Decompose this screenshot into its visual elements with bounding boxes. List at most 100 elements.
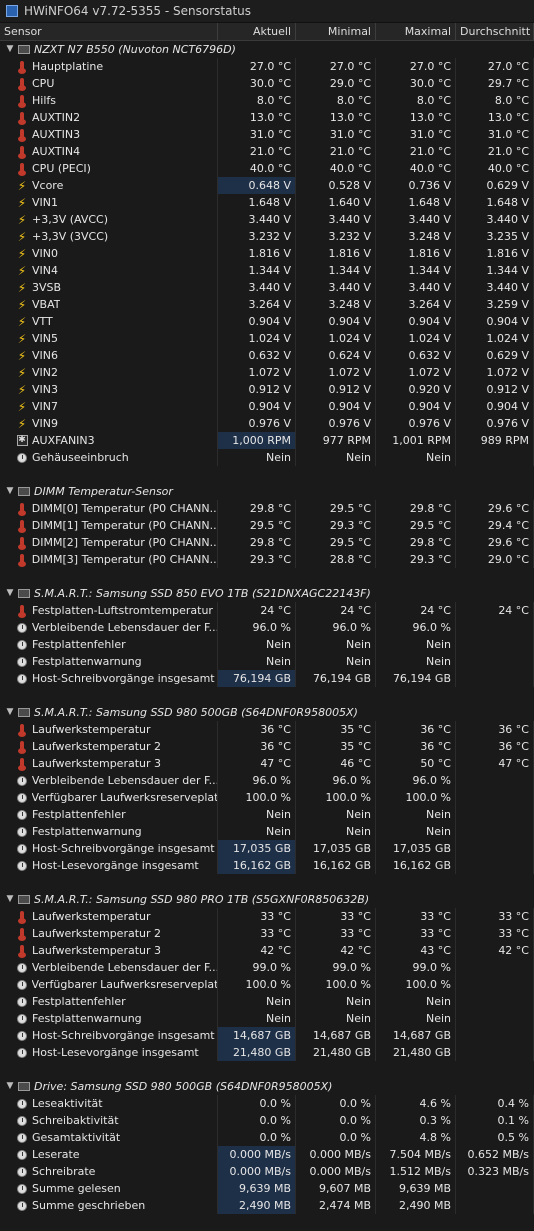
- sensor-group-header[interactable]: ▼ DIMM Temperatur-Sensor: [0, 483, 534, 500]
- sensor-row[interactable]: Verbleibende Lebensdauer der F... 96.0 % 9…: [0, 619, 534, 636]
- sensor-row[interactable]: ⚡ VIN1 1.648 V 1.640 V 1.648 V 1.648 V: [0, 194, 534, 211]
- clock-icon: [16, 622, 28, 634]
- sensor-row[interactable]: Festplattenwarnung Nein Nein Nein: [0, 653, 534, 670]
- value-average: 0.912 V: [456, 381, 534, 398]
- sensor-row[interactable]: Gesamtaktivität 0.0 % 0.0 % 4.8 % 0.5 %: [0, 1129, 534, 1146]
- sensor-name-cell: ⚡ VIN3: [0, 381, 218, 398]
- column-average[interactable]: Durchschnitt: [456, 23, 534, 40]
- value-min: 0.912 V: [296, 381, 376, 398]
- sensor-group-header[interactable]: ▼ S.M.A.R.T.: Samsung SSD 980 500GB (S64D…: [0, 704, 534, 721]
- sensor-row[interactable]: ✱ AUXFANIN3 1,000 RPM 977 RPM 1,001 RPM 989 R…: [0, 432, 534, 449]
- sensor-row[interactable]: AUXTIN2 13.0 °C 13.0 °C 13.0 °C 13.0 °C: [0, 109, 534, 126]
- sensor-row[interactable]: Festplatten-Luftstromtemperatur 24 °C 24 °…: [0, 602, 534, 619]
- sensor-name-cell: ⚡ VIN2: [0, 364, 218, 381]
- collapse-chevron-icon[interactable]: ▼: [4, 1078, 16, 1095]
- sensor-row[interactable]: ⚡ +3,3V (3VCC) 3.232 V 3.232 V 3.248 V 3.235 …: [0, 228, 534, 245]
- sensor-row[interactable]: Schreibrate 0.000 MB/s 0.000 MB/s 1.512 MB/…: [0, 1163, 534, 1180]
- sensor-row[interactable]: CPU (PECI) 40.0 °C 40.0 °C 40.0 °C 40.0 °C: [0, 160, 534, 177]
- sensor-row[interactable]: ⚡ VIN7 0.904 V 0.904 V 0.904 V 0.904 V: [0, 398, 534, 415]
- value-max: 1.816 V: [376, 245, 456, 262]
- sensor-label: Hilfs: [32, 94, 56, 107]
- sensor-row[interactable]: Gehäuseeinbruch Nein Nein Nein: [0, 449, 534, 466]
- column-sensor[interactable]: Sensor: [0, 23, 218, 40]
- collapse-chevron-icon[interactable]: ▼: [4, 585, 16, 602]
- sensor-row[interactable]: Verbleibende Lebensdauer der F... 99.0 % 9…: [0, 959, 534, 976]
- sensor-group-header[interactable]: ▼ S.M.A.R.T.: Samsung SSD 980 PRO 1TB (S5…: [0, 891, 534, 908]
- sensor-row[interactable]: ⚡ VIN5 1.024 V 1.024 V 1.024 V 1.024 V: [0, 330, 534, 347]
- sensor-row[interactable]: DIMM[2] Temperatur (P0 CHANN... 29.8 °C 29…: [0, 534, 534, 551]
- sensor-row[interactable]: CPU 30.0 °C 29.0 °C 30.0 °C 29.7 °C: [0, 75, 534, 92]
- sensor-group-header[interactable]: ▼ NZXT N7 B550 (Nuvoton NCT6796D): [0, 41, 534, 58]
- sensor-row[interactable]: Festplattenwarnung Nein Nein Nein: [0, 1010, 534, 1027]
- sensor-row[interactable]: Host-Lesevorgänge insgesamt 21,480 GB 21,4…: [0, 1044, 534, 1061]
- window-titlebar[interactable]: HWiNFO64 v7.72-5355 - Sensorstatus: [0, 0, 534, 23]
- value-average: 0.904 V: [456, 398, 534, 415]
- sensor-row[interactable]: AUXTIN3 31.0 °C 31.0 °C 31.0 °C 31.0 °C: [0, 126, 534, 143]
- sensor-row[interactable]: ⚡ VIN4 1.344 V 1.344 V 1.344 V 1.344 V: [0, 262, 534, 279]
- sensor-name-cell: Hilfs: [0, 92, 218, 109]
- sensor-row[interactable]: Hauptplatine 27.0 °C 27.0 °C 27.0 °C 27.0 °C: [0, 58, 534, 75]
- sensor-row[interactable]: ⚡ VIN2 1.072 V 1.072 V 1.072 V 1.072 V: [0, 364, 534, 381]
- sensor-row[interactable]: ⚡ VIN9 0.976 V 0.976 V 0.976 V 0.976 V: [0, 415, 534, 432]
- sensor-row[interactable]: Host-Schreibvorgänge insgesamt 14,687 GB 1…: [0, 1027, 534, 1044]
- sensor-row[interactable]: ⚡ 3VSB 3.440 V 3.440 V 3.440 V 3.440 V: [0, 279, 534, 296]
- clock-glyph: [16, 775, 27, 786]
- sensor-row[interactable]: ⚡ VIN3 0.912 V 0.912 V 0.920 V 0.912 V: [0, 381, 534, 398]
- sensor-row[interactable]: Laufwerkstemperatur 36 °C 35 °C 36 °C 36 °C: [0, 721, 534, 738]
- value-max: 33 °C: [376, 908, 456, 925]
- sensor-row[interactable]: Leseaktivität 0.0 % 0.0 % 4.6 % 0.4 %: [0, 1095, 534, 1112]
- column-current[interactable]: Aktuell: [218, 23, 296, 40]
- sensor-row[interactable]: Hilfs 8.0 °C 8.0 °C 8.0 °C 8.0 °C: [0, 92, 534, 109]
- sensor-row[interactable]: Host-Schreibvorgänge insgesamt 76,194 GB 7…: [0, 670, 534, 687]
- sensor-row[interactable]: Festplattenfehler Nein Nein Nein: [0, 806, 534, 823]
- sensor-row[interactable]: Laufwerkstemperatur 3 47 °C 46 °C 50 °C 47 °…: [0, 755, 534, 772]
- sensor-row[interactable]: AUXTIN4 21.0 °C 21.0 °C 21.0 °C 21.0 °C: [0, 143, 534, 160]
- collapse-chevron-icon[interactable]: ▼: [4, 891, 16, 908]
- sensor-label: Summe gelesen: [32, 1182, 121, 1195]
- sensor-row[interactable]: ⚡ VIN0 1.816 V 1.816 V 1.816 V 1.816 V: [0, 245, 534, 262]
- sensor-row[interactable]: Laufwerkstemperatur 2 33 °C 33 °C 33 °C 33 °…: [0, 925, 534, 942]
- column-header: Sensor Aktuell Minimal Maximal Durchschn…: [0, 23, 534, 41]
- sensor-row[interactable]: ⚡ VIN6 0.632 V 0.624 V 0.632 V 0.629 V: [0, 347, 534, 364]
- collapse-chevron-icon[interactable]: ▼: [4, 41, 16, 58]
- value-current: 0.000 MB/s: [218, 1146, 296, 1163]
- sensor-row[interactable]: Summe geschrieben 2,490 MB 2,474 MB 2,490 M…: [0, 1197, 534, 1214]
- sensor-row[interactable]: Host-Schreibvorgänge insgesamt 17,035 GB 1…: [0, 840, 534, 857]
- sensor-row[interactable]: Leserate 0.000 MB/s 0.000 MB/s 7.504 MB/s 0.…: [0, 1146, 534, 1163]
- sensor-row[interactable]: DIMM[3] Temperatur (P0 CHANN... 29.3 °C 28…: [0, 551, 534, 568]
- sensor-row[interactable]: ⚡ Vcore 0.648 V 0.528 V 0.736 V 0.629 V: [0, 177, 534, 194]
- collapse-chevron-icon[interactable]: ▼: [4, 483, 16, 500]
- sensor-row[interactable]: Festplattenfehler Nein Nein Nein: [0, 636, 534, 653]
- sensor-label: Verbleibende Lebensdauer der F...: [31, 621, 217, 634]
- sensor-group-header[interactable]: ▼ Drive: Samsung SSD 980 500GB (S64DNF0R9…: [0, 1078, 534, 1095]
- sensor-label: CPU: [32, 77, 55, 90]
- sensor-group-header[interactable]: ▼ S.M.A.R.T.: Samsung SSD 850 EVO 1TB (S2…: [0, 585, 534, 602]
- value-min: 100.0 %: [296, 789, 376, 806]
- clock-icon: [16, 996, 28, 1008]
- sensor-row[interactable]: Host-Lesevorgänge insgesamt 16,162 GB 16,1…: [0, 857, 534, 874]
- sensor-row[interactable]: Festplattenfehler Nein Nein Nein: [0, 993, 534, 1010]
- sensor-row[interactable]: Schreibaktivität 0.0 % 0.0 % 0.3 % 0.1 %: [0, 1112, 534, 1129]
- sensor-row[interactable]: Verfügbarer Laufwerksreserveplatz 100.0 %…: [0, 976, 534, 993]
- sensor-row[interactable]: ⚡ VBAT 3.264 V 3.248 V 3.264 V 3.259 V: [0, 296, 534, 313]
- value-average: 33 °C: [456, 908, 534, 925]
- column-max[interactable]: Maximal: [376, 23, 456, 40]
- sensor-row[interactable]: ⚡ VTT 0.904 V 0.904 V 0.904 V 0.904 V: [0, 313, 534, 330]
- value-current: 3.232 V: [218, 228, 296, 245]
- sensor-row[interactable]: DIMM[0] Temperatur (P0 CHANN... 29.8 °C 29…: [0, 500, 534, 517]
- value-max: 4.8 %: [376, 1129, 456, 1146]
- sensor-row[interactable]: Verbleibende Lebensdauer der F... 96.0 % 9…: [0, 772, 534, 789]
- collapse-chevron-icon[interactable]: ▼: [4, 704, 16, 721]
- sensor-name-cell: Host-Schreibvorgänge insgesamt: [0, 670, 218, 687]
- sensor-row[interactable]: Summe gelesen 9,639 MB 9,607 MB 9,639 MB: [0, 1180, 534, 1197]
- value-max: 27.0 °C: [376, 58, 456, 75]
- sensor-row[interactable]: Laufwerkstemperatur 3 42 °C 42 °C 43 °C 42 °…: [0, 942, 534, 959]
- value-current: 0.000 MB/s: [218, 1163, 296, 1180]
- sensor-row[interactable]: Laufwerkstemperatur 2 36 °C 35 °C 36 °C 36 °…: [0, 738, 534, 755]
- sensor-row[interactable]: DIMM[1] Temperatur (P0 CHANN... 29.5 °C 29…: [0, 517, 534, 534]
- sensor-row[interactable]: Festplattenwarnung Nein Nein Nein: [0, 823, 534, 840]
- sensor-row[interactable]: ⚡ +3,3V (AVCC) 3.440 V 3.440 V 3.440 V 3.440 …: [0, 211, 534, 228]
- sensor-row[interactable]: Laufwerkstemperatur 33 °C 33 °C 33 °C 33 °C: [0, 908, 534, 925]
- sensor-row[interactable]: Verfügbarer Laufwerksreserveplatz 100.0 %…: [0, 789, 534, 806]
- column-min[interactable]: Minimal: [296, 23, 376, 40]
